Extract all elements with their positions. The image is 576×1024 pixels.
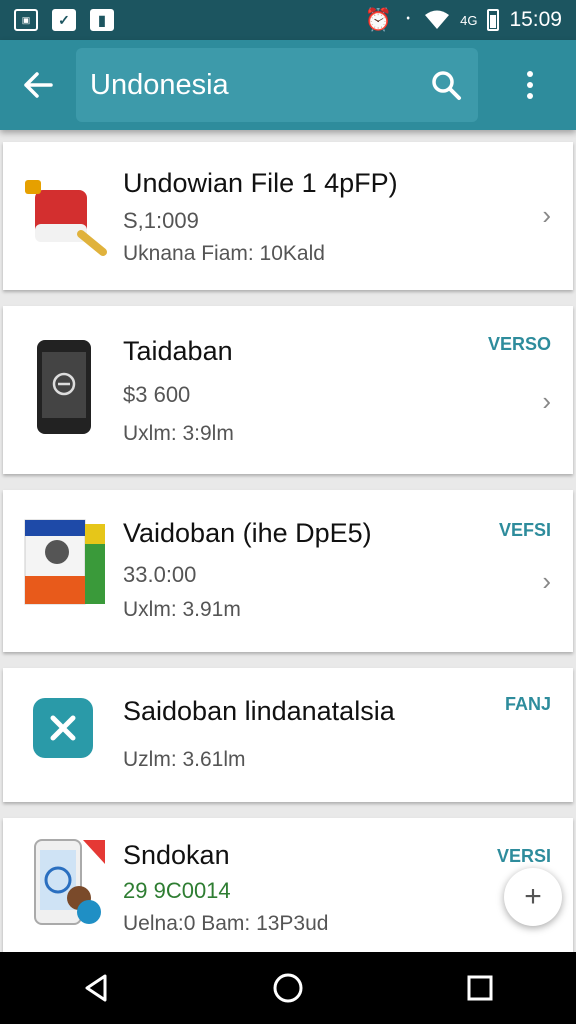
list-item[interactable]: Sndokan 29 9C0014 Uelna:0 Bam: 13P3ud VE…	[3, 818, 573, 952]
list-item[interactable]: Saidoban lindanatalsia Uzlm: 3.61lm FANJ	[3, 668, 573, 802]
nav-home-button[interactable]	[258, 958, 318, 1018]
item-title: Saidoban lindanatalsia	[123, 696, 395, 726]
system-nav-bar	[0, 952, 576, 1024]
search-button[interactable]	[418, 40, 474, 130]
gallery-icon: ▣	[14, 9, 38, 31]
item-title: Undowian File 1 4pFP)	[123, 168, 398, 198]
item-meta: Uzlm: 3.61lm	[123, 748, 246, 771]
list-item[interactable]: Taidaban $3 600 Uxlm: 3:9lm VERSO ›	[3, 306, 573, 474]
item-title: Sndokan	[123, 840, 230, 870]
close-app-icon	[33, 698, 93, 758]
item-price: S,1:009	[123, 208, 199, 233]
software-box-icon	[24, 519, 105, 605]
back-arrow-icon	[24, 72, 53, 98]
home-nav-icon	[273, 973, 303, 1003]
back-button[interactable]	[0, 40, 76, 130]
app-title: Undonesia	[90, 68, 229, 101]
chevron-right-icon: ›	[542, 200, 551, 230]
item-tag: VEFSI	[498, 520, 551, 540]
item-meta: Uxlm: 3.91m	[123, 598, 241, 621]
back-nav-icon	[85, 974, 107, 1002]
recents-nav-icon	[467, 975, 493, 1001]
item-price: 33.0:00	[123, 562, 197, 587]
plus-icon: +	[524, 880, 542, 913]
chevron-right-icon: ›	[542, 386, 551, 416]
signal-icon: 4G	[460, 12, 478, 28]
phone-avatar-icon	[34, 839, 105, 925]
fire-extinguisher-icon	[25, 180, 107, 256]
item-meta: Uelna:0 Bam: 13P3ud	[123, 912, 329, 935]
app-bar: Undonesia	[0, 40, 576, 130]
chevron-right-icon: ›	[542, 566, 551, 596]
list-item[interactable]: Vaidoban (ihe DpE5) 33.0:00 Uxlm: 3.91m …	[3, 490, 573, 652]
bluetooth-icon: ᛫	[402, 8, 415, 31]
item-price: 29 9C0014	[123, 878, 231, 903]
search-icon	[432, 71, 461, 100]
item-tag: VERSI	[496, 846, 551, 866]
list-item[interactable]: Undowian File 1 4pFP) S,1:009 Uknana Fia…	[3, 142, 573, 290]
status-time: 15:09	[509, 8, 562, 31]
alarm-icon: ⏰	[364, 7, 393, 32]
item-meta: Uknana Fiam: 10Kald	[123, 242, 325, 265]
nav-back-button[interactable]	[66, 958, 126, 1018]
item-meta: Uxlm: 3:9lm	[123, 422, 234, 445]
checkbox-icon: ✓	[52, 9, 76, 31]
status-bar: ▣ ✓ ▮ ⏰ ᛫ 4G 15:09	[0, 0, 576, 40]
more-options-button[interactable]	[502, 40, 558, 130]
item-title: Vaidoban (ihe DpE5)	[123, 518, 372, 548]
battery-icon	[487, 9, 500, 31]
wifi-icon	[425, 10, 450, 29]
more-vert-icon	[527, 71, 533, 99]
nav-recents-button[interactable]	[450, 958, 510, 1018]
item-tag: FANJ	[504, 694, 551, 714]
item-price: $3 600	[123, 382, 191, 407]
item-tag: VERSO	[487, 334, 551, 354]
item-title: Taidaban	[123, 336, 233, 366]
sim-icon: ▮	[90, 9, 114, 31]
phone-icon	[37, 340, 91, 434]
add-fab-button[interactable]: +	[504, 868, 562, 926]
